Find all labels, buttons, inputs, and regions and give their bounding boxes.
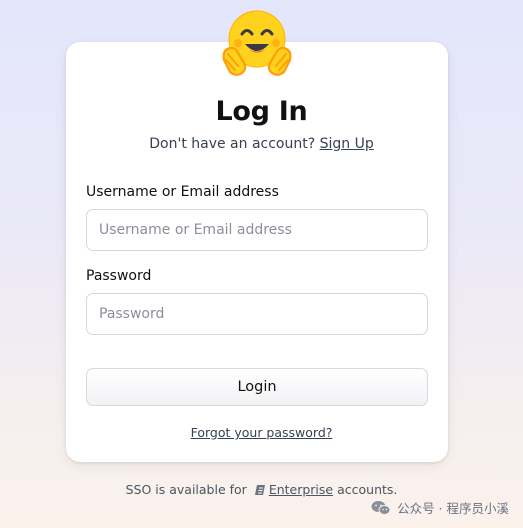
login-button[interactable]: Login — [86, 368, 428, 406]
signup-prompt-text: Don't have an account? — [149, 136, 316, 152]
password-input[interactable] — [86, 293, 428, 335]
password-label: Password — [86, 268, 152, 284]
page-title: Log In — [215, 96, 308, 127]
forgot-password-link[interactable]: Forgot your password? — [0, 425, 523, 440]
enterprise-link[interactable]: Enterprise — [269, 482, 333, 497]
signup-prompt: Don't have an account? Sign Up — [0, 136, 523, 152]
username-input[interactable] — [86, 209, 428, 251]
username-label: Username or Email address — [86, 184, 279, 200]
sso-suffix: accounts. — [337, 482, 398, 497]
wechat-icon — [371, 500, 391, 515]
watermark-text: 公众号 · 程序员小溪 — [397, 501, 509, 516]
enterprise-icon — [254, 485, 265, 495]
watermark: 公众号 · 程序员小溪 — [371, 498, 509, 517]
sso-notice: SSO is available for Enterprise accounts… — [0, 482, 523, 497]
signup-link[interactable]: Sign Up — [320, 136, 374, 152]
hugging-face-logo-icon — [222, 10, 292, 76]
sso-prefix: SSO is available for — [125, 482, 247, 497]
